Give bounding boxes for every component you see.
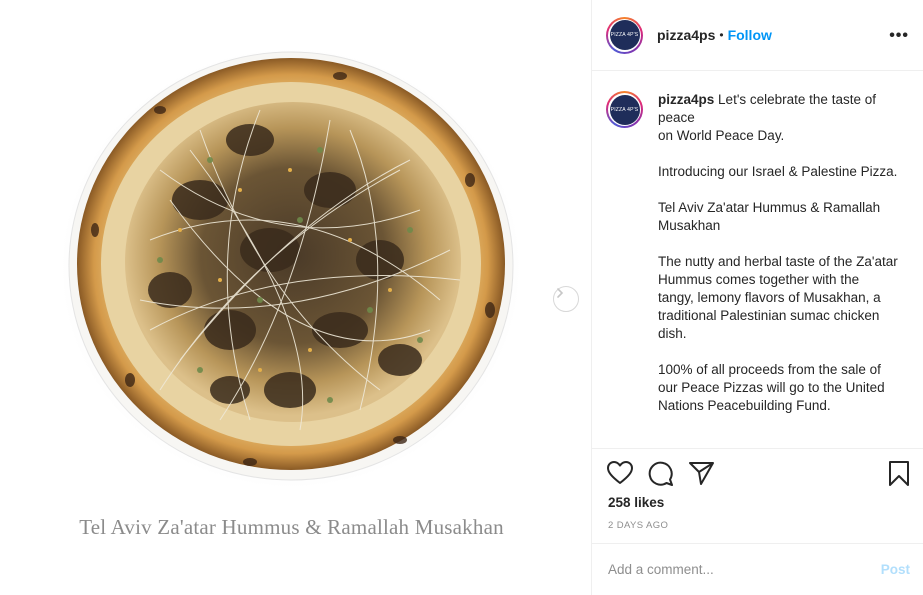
comment-input[interactable] <box>608 562 881 577</box>
caption-section: PIZZA 4P'S pizza4ps Let's celebrate the … <box>592 71 923 448</box>
caption-paragraph: Introducing our Israel & Palestine Pizza… <box>658 164 898 179</box>
action-bar <box>592 448 923 496</box>
username-link[interactable]: pizza4ps <box>657 27 715 43</box>
image-text-overlay: Tel Aviv Za'atar Hummus & Ramallah Musak… <box>79 515 504 539</box>
caption-paragraph: Tel Aviv Za'atar Hummus & Ramallah Musak… <box>658 200 881 233</box>
post-header: PIZZA 4P'S pizza4ps • Follow ••• <box>592 0 923 71</box>
post-side-panel: PIZZA 4P'S pizza4ps • Follow ••• PIZZA 4… <box>591 0 923 595</box>
caption-paragraph: 100% of all proceeds from the sale of ou… <box>658 362 885 413</box>
separator-dot: • <box>719 28 724 42</box>
comment-icon[interactable] <box>648 461 673 486</box>
avatar[interactable]: PIZZA 4P'S <box>606 16 643 54</box>
caption-text: pizza4ps Let's celebrate the taste of pe… <box>658 91 898 448</box>
chevron-right-icon <box>557 288 564 298</box>
avatar-logo: PIZZA 4P'S <box>609 20 640 50</box>
post-image[interactable]: Tel Aviv Za'atar Hummus & Ramallah Musak… <box>0 0 591 595</box>
post-timestamp[interactable]: 2 DAYS AGO <box>608 520 668 531</box>
pizza-photo <box>59 46 523 490</box>
follow-button[interactable]: Follow <box>728 27 772 43</box>
comment-composer: Post <box>592 543 923 595</box>
avatar-logo: PIZZA 4P'S <box>609 94 640 125</box>
bookmark-icon[interactable] <box>888 461 910 486</box>
caption-paragraph: The nutty and herbal taste of the Za'ata… <box>658 254 898 341</box>
post-comment-button[interactable]: Post <box>881 562 910 577</box>
caption-avatar[interactable]: PIZZA 4P'S <box>606 91 643 128</box>
caption-username[interactable]: pizza4ps <box>658 92 714 107</box>
like-count[interactable]: 258 likes <box>608 495 664 510</box>
heart-icon[interactable] <box>607 461 633 485</box>
next-image-button[interactable] <box>553 286 579 312</box>
paper-plane-icon[interactable] <box>689 461 714 485</box>
more-options-icon[interactable]: ••• <box>889 27 909 45</box>
